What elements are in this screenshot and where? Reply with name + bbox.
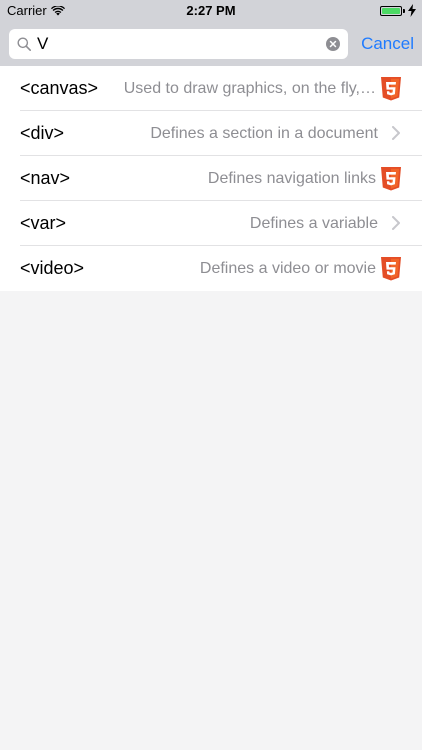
- result-row[interactable]: <nav> Defines navigation links: [0, 156, 422, 201]
- search-bar: Cancel: [0, 22, 422, 66]
- search-input[interactable]: [37, 29, 317, 59]
- battery-level: [382, 8, 400, 14]
- results-list: <canvas> Used to draw graphics, on the fl…: [0, 66, 422, 291]
- clear-search-icon[interactable]: [326, 37, 340, 51]
- tag-name: <div>: [20, 123, 65, 143]
- tag-name: <nav>: [20, 168, 71, 188]
- search-icon: [17, 37, 31, 51]
- charging-bolt-icon: [408, 4, 416, 17]
- result-row[interactable]: <canvas> Used to draw graphics, on the fl…: [0, 66, 422, 111]
- tag-description: Defines a video or movie: [199, 260, 376, 277]
- chevron-right-icon: [392, 126, 400, 140]
- tag-name: <var>: [20, 213, 67, 233]
- tag-description: Defines a section in a document: [150, 125, 378, 142]
- tag-name: <canvas>: [20, 78, 99, 98]
- search-field[interactable]: [9, 29, 348, 59]
- result-row[interactable]: <video> Defines a video or movie: [0, 246, 422, 291]
- status-time: 2:27 PM: [186, 3, 236, 18]
- html5-icon: [381, 77, 401, 101]
- status-bar: Carrier 2:27 PM: [0, 0, 422, 22]
- result-row[interactable]: <div> Defines a section in a document: [0, 111, 422, 156]
- tag-description: Defines navigation links: [207, 170, 376, 187]
- cancel-button[interactable]: Cancel: [361, 31, 414, 57]
- battery-tip: [403, 9, 405, 13]
- chevron-right-icon: [392, 216, 400, 230]
- html5-icon: [381, 257, 401, 281]
- battery-icon: [380, 6, 405, 16]
- html5-icon: [381, 167, 401, 191]
- tag-name: <video>: [20, 258, 85, 278]
- tag-description: Used to draw graphics, on the fly,…: [123, 80, 376, 97]
- tag-description: Defines a variable: [249, 215, 378, 232]
- clear-x-glyph: [329, 40, 337, 48]
- result-row[interactable]: <var> Defines a variable: [0, 201, 422, 246]
